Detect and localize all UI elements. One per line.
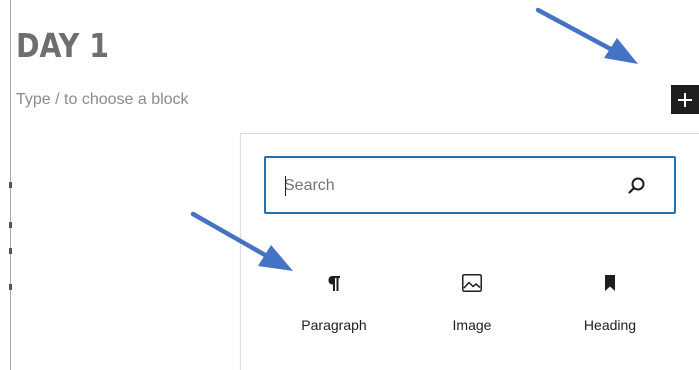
- block-inserter-panel: Paragraph Image Heading: [240, 133, 699, 370]
- add-block-button[interactable]: [671, 85, 699, 114]
- bookmark-icon: [598, 271, 622, 295]
- block-option-label: Image: [452, 317, 492, 333]
- text-caret: [285, 176, 286, 196]
- left-tick-mark: [9, 284, 12, 290]
- left-tick-mark: [9, 248, 12, 254]
- plus-icon: [678, 92, 692, 107]
- image-icon: [460, 271, 484, 295]
- block-option-heading[interactable]: Heading: [555, 259, 665, 349]
- block-option-image[interactable]: Image: [417, 259, 527, 349]
- block-placeholder[interactable]: Type / to choose a block: [16, 90, 189, 110]
- post-title[interactable]: DAY 1: [16, 28, 109, 64]
- editor-canvas: DAY 1 Type / to choose a block Paragraph: [0, 0, 699, 370]
- block-option-paragraph[interactable]: Paragraph: [279, 259, 389, 349]
- left-tick-mark: [9, 182, 12, 188]
- block-search-input[interactable]: [284, 174, 604, 198]
- search-icon: [628, 177, 645, 194]
- block-option-label: Heading: [583, 317, 637, 333]
- block-search-box[interactable]: [264, 156, 676, 214]
- left-tick-mark: [9, 222, 12, 228]
- block-option-label: Paragraph: [301, 317, 367, 333]
- paragraph-icon: [322, 271, 346, 295]
